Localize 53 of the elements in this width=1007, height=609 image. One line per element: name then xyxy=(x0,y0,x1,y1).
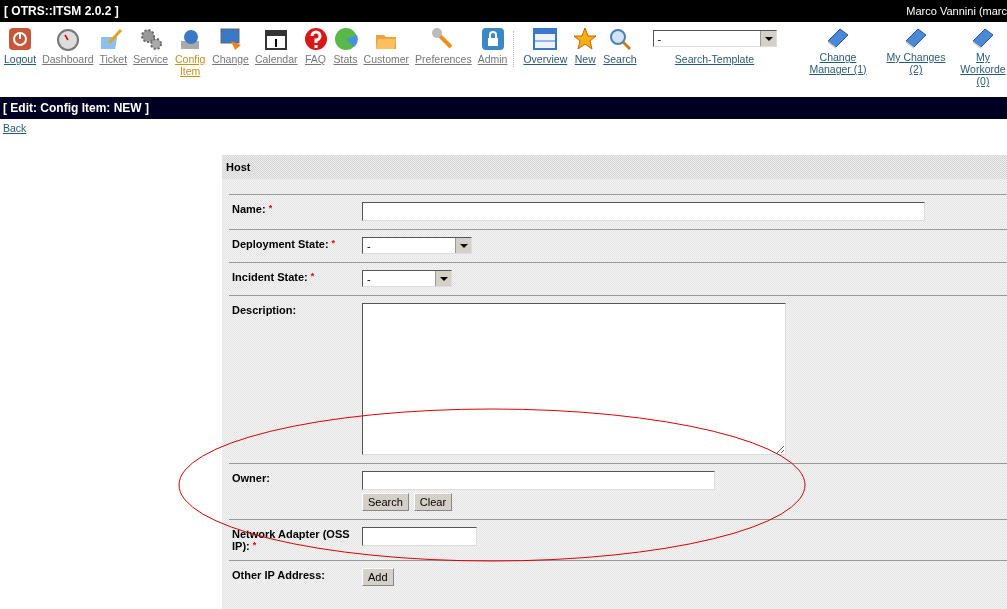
field-label: Deployment State: * xyxy=(232,238,336,250)
nav-link[interactable]: FAQ xyxy=(305,53,327,65)
form-button[interactable]: Clear xyxy=(413,493,453,511)
calendar-icon[interactable] xyxy=(264,27,289,51)
field-label: Other IP Address: xyxy=(232,569,325,581)
stopwatch-icon[interactable] xyxy=(55,27,80,51)
nav-link[interactable]: Change xyxy=(212,53,249,65)
nav-link[interactable]: New xyxy=(574,53,596,65)
change-manager-link[interactable]: Change Manager (1) xyxy=(803,51,873,75)
my-workorders-link[interactable]: My Workorde (0) xyxy=(959,51,1007,87)
field-label: Owner: xyxy=(232,472,270,484)
field-label: Incident State: * xyxy=(232,271,315,283)
nav-link[interactable]: Stats xyxy=(333,53,358,65)
text-field[interactable] xyxy=(362,202,925,221)
nav-link[interactable]: Service xyxy=(133,53,169,65)
nav-link[interactable]: Dashboard xyxy=(42,53,94,65)
window-icon[interactable] xyxy=(533,27,558,51)
form-button[interactable]: Search xyxy=(362,493,409,511)
gears-icon[interactable] xyxy=(138,27,163,51)
field-label: Description: xyxy=(232,304,297,316)
select-field[interactable]: - xyxy=(362,270,452,287)
page-title: [ Edit: Config Item: NEW ] xyxy=(3,101,149,115)
nav-link[interactable]: Ticket xyxy=(99,53,128,65)
nav-link[interactable]: Calendar xyxy=(254,53,298,65)
text-field[interactable] xyxy=(362,527,477,546)
nav-link[interactable]: Overview xyxy=(523,53,568,65)
lock-icon[interactable] xyxy=(480,27,505,51)
book-icon[interactable] xyxy=(826,27,850,49)
search-template-select[interactable]: - xyxy=(652,30,777,47)
search-template-link[interactable]: Search-Template xyxy=(674,53,755,65)
question-icon[interactable] xyxy=(303,27,328,51)
select-field[interactable]: - xyxy=(362,237,472,254)
user-name: Marco Vannini (marc xyxy=(906,5,1007,17)
section-header: Host xyxy=(222,155,1007,179)
nav-link[interactable]: Admin xyxy=(477,53,508,65)
description-field[interactable] xyxy=(362,303,786,455)
add-button[interactable]: Add xyxy=(362,568,394,586)
nav-link[interactable]: Search xyxy=(603,53,637,65)
power-icon[interactable] xyxy=(8,27,33,51)
pie-icon[interactable] xyxy=(333,27,358,51)
nav-link[interactable]: Preferences xyxy=(415,53,472,65)
owner-field[interactable] xyxy=(362,471,715,490)
nav-link[interactable]: Customer xyxy=(363,53,410,65)
my-changes-link[interactable]: My Changes (2) xyxy=(881,51,951,75)
field-label: Name: * xyxy=(232,203,273,215)
book-icon[interactable] xyxy=(971,27,995,49)
magnifier-icon[interactable] xyxy=(607,27,632,51)
back-link[interactable]: Back xyxy=(3,122,27,134)
nav-link[interactable]: Logout xyxy=(4,53,37,65)
star-icon[interactable] xyxy=(573,27,598,51)
monitor-icon[interactable] xyxy=(218,27,243,51)
book-icon[interactable] xyxy=(904,27,928,49)
app-title: [ OTRS::ITSM 2.0.2 ] xyxy=(4,4,119,18)
